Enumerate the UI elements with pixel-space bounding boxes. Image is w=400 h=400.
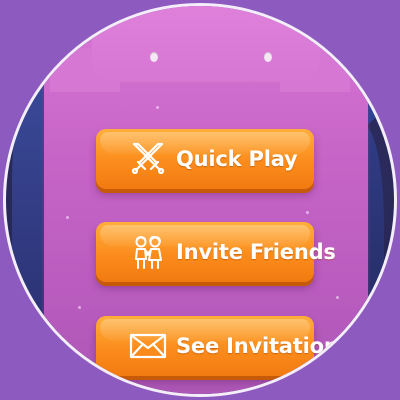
- envelope-icon: [128, 326, 168, 366]
- invite-friends-button[interactable]: Invite Friends: [96, 222, 336, 282]
- quick-play-label: Quick Play: [176, 147, 298, 171]
- quick-play-button[interactable]: Quick Play: [96, 129, 314, 189]
- sparkle: [66, 216, 69, 219]
- see-invitation-label: See Invitation: [176, 334, 339, 358]
- circular-frame: Quick Play Invite Friends See Invitation: [3, 3, 397, 397]
- two-friends-icon: [128, 232, 168, 272]
- sparkle: [78, 306, 81, 309]
- invite-friends-label: Invite Friends: [176, 240, 336, 264]
- sparkle: [336, 296, 339, 299]
- game-menu-screen: Quick Play Invite Friends See Invitation: [0, 0, 400, 400]
- crossed-swords-icon: [128, 139, 168, 179]
- board-hole: [150, 52, 158, 62]
- sparkle: [156, 106, 159, 109]
- see-invitation-button[interactable]: See Invitation: [96, 316, 339, 376]
- sparkle: [306, 211, 309, 214]
- board-hole: [264, 52, 272, 62]
- menu-board-header: [92, 6, 320, 82]
